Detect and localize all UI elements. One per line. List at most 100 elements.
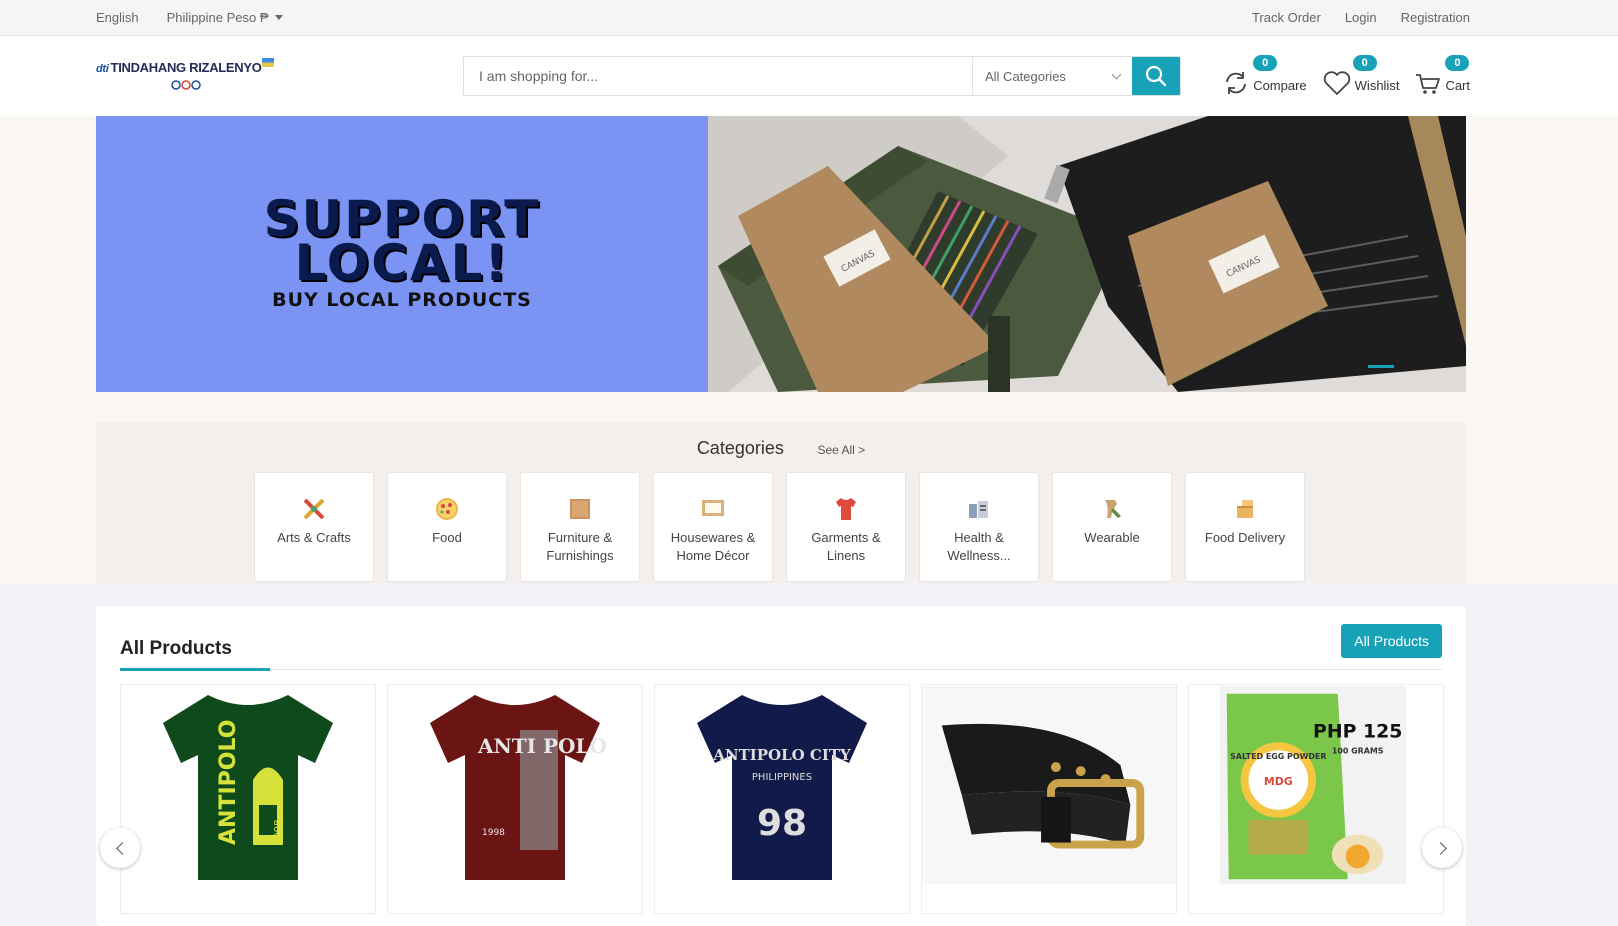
search-input[interactable]	[464, 57, 972, 95]
price-label: PHP 125	[1313, 721, 1402, 742]
top-bar: English Philippine Peso ₱ Track Order Lo…	[0, 0, 1618, 36]
category-label: Housewares & Home Décor	[670, 530, 756, 563]
category-furniture[interactable]: Furniture & Furnishings	[520, 472, 640, 582]
otop-logo-icon	[171, 80, 201, 90]
chevron-right-icon	[1433, 841, 1447, 855]
product-card[interactable]: SALTED EGG POWDER MDG PHP 125 100 GRAMS	[1188, 684, 1444, 914]
compare-count-badge: 0	[1253, 55, 1278, 71]
product-carousel: ANTIPOLO 1998 ANTI POLO CITY 1998 ANTIPO…	[120, 684, 1455, 914]
shirt-subtitle: PHILIPPINES	[752, 772, 812, 783]
category-housewares[interactable]: Housewares & Home Décor	[653, 472, 773, 582]
shirt-year: 1998	[273, 820, 284, 845]
language-selector[interactable]: English	[96, 10, 139, 25]
cart-label: Cart	[1445, 78, 1470, 93]
slider-indicator[interactable]	[1368, 365, 1394, 368]
weight-label: 100 GRAMS	[1332, 746, 1384, 755]
product-card[interactable]: ANTIPOLO 1998	[120, 684, 376, 914]
cart-button[interactable]: 0 Cart	[1415, 55, 1470, 96]
cart-count-badge: 0	[1445, 55, 1470, 71]
wishlist-count-badge: 0	[1352, 55, 1377, 71]
crafts-icon	[300, 495, 328, 523]
flag-icon	[262, 58, 274, 67]
delivery-box-icon	[1231, 495, 1259, 523]
wishlist-label: Wishlist	[1354, 78, 1400, 93]
cart-icon	[1416, 74, 1441, 94]
login-link[interactable]: Login	[1345, 10, 1377, 25]
registration-link[interactable]: Registration	[1401, 10, 1470, 25]
products-title: All Products	[120, 638, 232, 659]
category-garments[interactable]: Garments & Linens	[786, 472, 906, 582]
product-card[interactable]: ANTI POLO CITY 1998	[387, 684, 643, 914]
shirt-text: ANTIPOLO CITY	[712, 746, 851, 764]
support-local-banner: SUPPORT LOCAL! BUY LOCAL PRODUCTS	[96, 116, 708, 392]
salted-egg-powder-image: SALTED EGG POWDER MDG PHP 125 100 GRAMS	[1219, 685, 1407, 885]
category-label: Garments & Linens	[811, 530, 881, 563]
category-food[interactable]: Food	[387, 472, 507, 582]
caret-down-icon	[274, 15, 283, 20]
shirt-number: 98	[757, 803, 807, 844]
hero-product-image: CANVAS CANVAS	[708, 116, 1466, 392]
product-card[interactable]: ANTIPOLO CITY PHILIPPINES 98	[654, 684, 910, 914]
category-label: Food	[432, 530, 462, 545]
category-label: Arts & Crafts	[277, 530, 351, 545]
carousel-next-button[interactable]	[1422, 828, 1462, 868]
product-card[interactable]	[921, 684, 1177, 914]
products-header: All Products All Products	[120, 624, 1442, 671]
chevron-down-icon	[1111, 69, 1122, 79]
shirt-text: ANTI POLO CITY	[477, 734, 610, 758]
logo-wordmark: dti TINDAHANG RIZALENYO	[96, 60, 262, 75]
pizza-icon	[433, 495, 461, 523]
heart-icon	[1323, 71, 1350, 95]
shirt-year: 1998	[482, 828, 505, 838]
compare-button[interactable]: 0 Compare	[1223, 55, 1307, 96]
banner-line3: BUY LOCAL PRODUCTS	[272, 289, 532, 311]
track-order-link[interactable]: Track Order	[1252, 10, 1321, 25]
category-label: Furniture & Furnishings	[546, 530, 614, 563]
category-select-value: All Categories	[985, 68, 1066, 84]
category-wearable[interactable]: Wearable	[1052, 472, 1172, 582]
navy-tshirt-image: ANTIPOLO CITY PHILIPPINES 98	[697, 695, 867, 880]
product-name: SALTED EGG POWDER	[1230, 752, 1326, 761]
search-bar: All Categories	[463, 56, 1181, 96]
all-products-section: All Products All Products ANTIPOLO 1998 …	[96, 606, 1466, 926]
wearable-icon	[1098, 495, 1126, 523]
shirt-text: ANTIPOLO	[216, 720, 241, 845]
category-list: Arts & Crafts Food Furniture & Furnishin…	[254, 472, 1318, 582]
see-all-link[interactable]: See All >	[817, 443, 865, 457]
chevron-left-icon	[115, 841, 129, 855]
site-logo[interactable]: dti TINDAHANG RIZALENYO	[96, 54, 276, 98]
categories-section: Categories See All > Arts & Crafts Food …	[96, 422, 1466, 583]
search-button[interactable]	[1132, 57, 1180, 95]
frame-icon	[699, 495, 727, 523]
tshirt-icon	[832, 495, 860, 523]
maroon-tshirt-image: ANTI POLO CITY 1998	[430, 695, 610, 880]
wishlist-button[interactable]: 0 Wishlist	[1323, 55, 1400, 96]
carousel-prev-button[interactable]	[100, 828, 140, 868]
header-actions: 0 Compare 0 Wishlist 0 Cart	[1207, 55, 1470, 96]
green-tshirt-image: ANTIPOLO 1998	[163, 695, 333, 880]
category-select[interactable]: All Categories	[972, 57, 1132, 95]
search-icon	[1145, 65, 1167, 87]
hero-section: SUPPORT LOCAL! BUY LOCAL PRODUCTS CANVAS…	[0, 116, 1618, 583]
all-products-button[interactable]: All Products	[1341, 624, 1442, 658]
category-label: Wearable	[1084, 530, 1140, 545]
logo-prefix: dti	[96, 63, 109, 75]
compare-refresh-icon	[1226, 72, 1247, 94]
currency-selector[interactable]: Philippine Peso ₱	[167, 10, 283, 25]
compare-label: Compare	[1253, 78, 1307, 93]
canvas-bags-image: CANVAS CANVAS	[708, 116, 1466, 392]
category-label: Food Delivery	[1204, 530, 1286, 545]
brand-name: MDG	[1264, 775, 1293, 788]
category-food-delivery[interactable]: Food Delivery	[1185, 472, 1305, 582]
logo-text: TINDAHANG RIZALENYO	[110, 60, 262, 75]
currency-label: Philippine Peso ₱	[166, 10, 269, 25]
category-arts-crafts[interactable]: Arts & Crafts	[254, 472, 374, 582]
hero-slider[interactable]: SUPPORT LOCAL! BUY LOCAL PRODUCTS CANVAS…	[96, 116, 1466, 392]
banner-line2: LOCAL!	[294, 234, 510, 292]
title-underline	[120, 668, 270, 671]
header: dtiTINDAHANG RIZALENYO All Categories 0 …	[0, 36, 1618, 116]
category-health[interactable]: Health & Wellness...	[919, 472, 1039, 582]
category-label: Health & Wellness...	[947, 530, 1011, 563]
health-icon	[965, 495, 993, 523]
black-belt-image	[922, 685, 1176, 885]
